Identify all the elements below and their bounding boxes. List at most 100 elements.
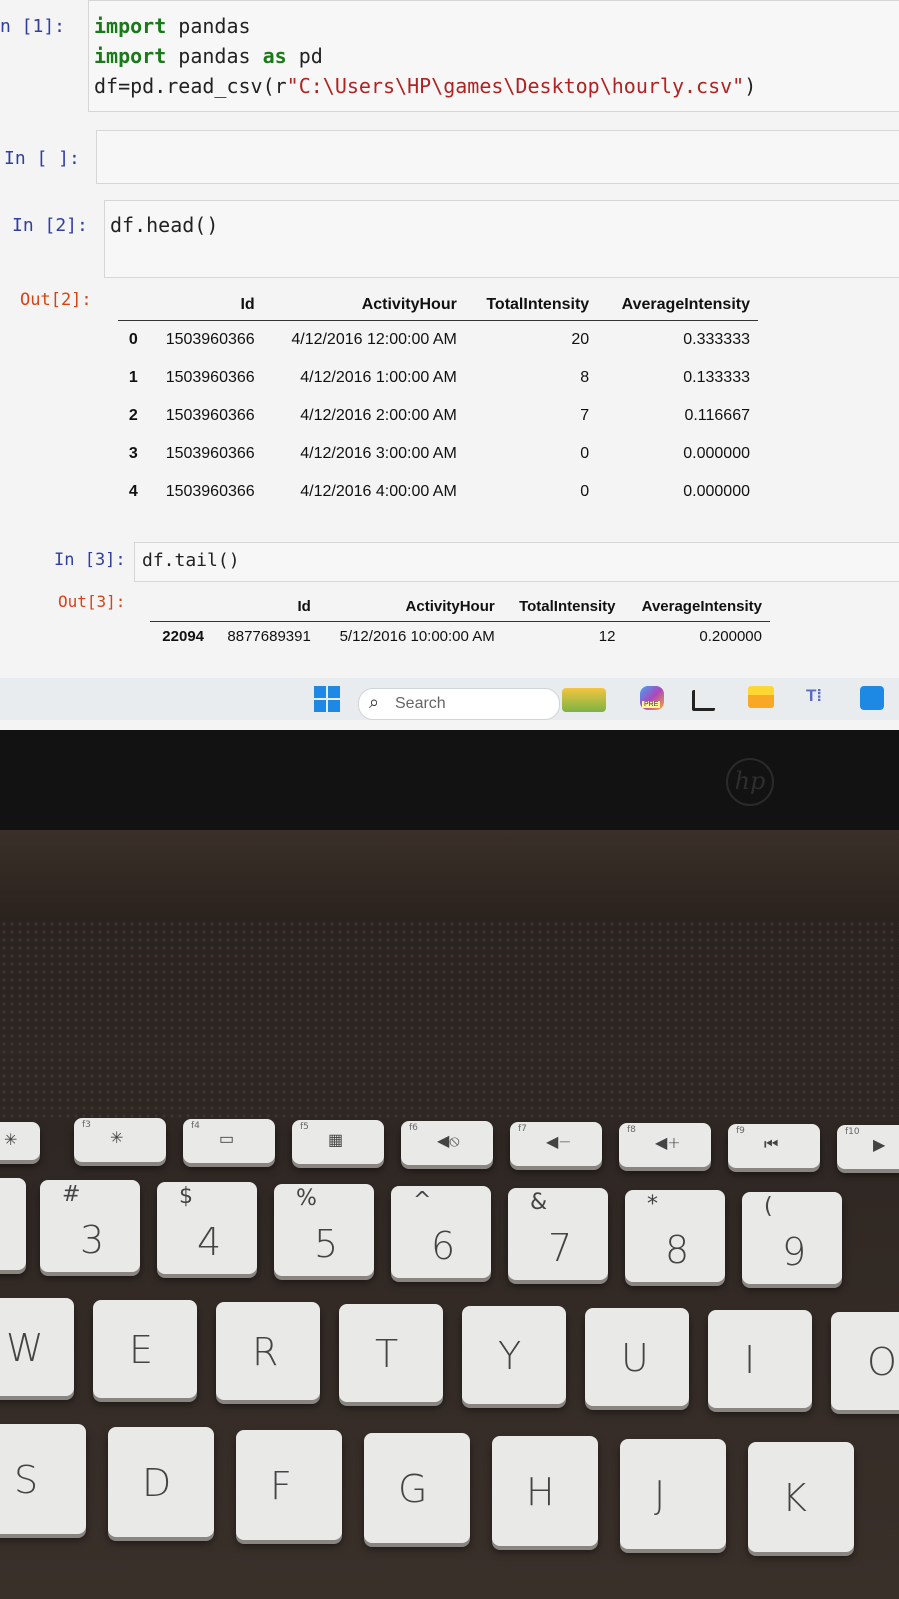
store-icon[interactable] <box>860 686 884 710</box>
table-column-header: Id <box>297 598 311 615</box>
widgets-icon[interactable] <box>562 688 606 712</box>
table-cell: 0.000000 <box>683 482 750 500</box>
key-label: ◀⦸ <box>437 1131 460 1150</box>
table-header-row: Id ActivityHour TotalIntensity AverageInten… <box>150 592 770 622</box>
laptop-bezel: hp <box>0 730 899 830</box>
row-index: 3 <box>128 444 138 462</box>
table-row: 4 1503960366 4/12/2016 4:00:00 AM 0 0.000000 <box>118 473 758 511</box>
key-shift-symbol: f7 <box>518 1124 527 1134</box>
key-shift-symbol: $ <box>179 1184 193 1209</box>
laptop-hinge <box>0 830 899 920</box>
table-column-header: AverageIntensity <box>621 296 750 313</box>
search-icon: ⌕ <box>369 692 380 712</box>
table-cell: 1503960366 <box>165 482 255 500</box>
table-row: 22094 8877689391 5/12/2016 10:00:00 AM 12 0.… <box>150 622 770 652</box>
key-i[interactable]: I <box>708 1310 812 1408</box>
key-label: ◀− <box>546 1132 572 1151</box>
code-cell-3[interactable] <box>134 542 899 582</box>
key-label: J <box>654 1473 666 1517</box>
table-cell: 4/12/2016 2:00:00 AM <box>300 406 457 424</box>
key-label: 8 <box>665 1228 690 1272</box>
key-label: ▦ <box>328 1130 344 1149</box>
code-token: import <box>94 44 167 68</box>
key-label: ✳ <box>4 1130 18 1149</box>
task-view-icon[interactable] <box>692 690 715 711</box>
code-cell-2[interactable] <box>104 200 899 278</box>
key-f[interactable]: F <box>236 1430 342 1540</box>
table-row: 3 1503960366 4/12/2016 3:00:00 AM 0 0.000000 <box>118 435 758 473</box>
key-r[interactable]: R <box>216 1302 320 1400</box>
key-f2[interactable]: ✳ <box>0 1122 40 1160</box>
teams-icon[interactable]: T⁞ <box>806 686 830 708</box>
key-label: W <box>6 1326 44 1370</box>
key-5[interactable]: % 5 <box>274 1184 374 1276</box>
key-y[interactable]: Y <box>462 1306 566 1404</box>
head-dataframe-table: Id ActivityHour TotalIntensity AverageInten… <box>118 290 758 511</box>
key-6[interactable]: ^ 6 <box>391 1186 491 1278</box>
table-cell: 0.000000 <box>683 444 750 462</box>
table-column-header: TotalIntensity <box>519 598 616 615</box>
key-label: 7 <box>548 1226 573 1270</box>
key-e[interactable]: E <box>93 1300 197 1398</box>
table-cell: 0.200000 <box>699 628 762 646</box>
key-g[interactable]: G <box>364 1433 470 1543</box>
key-f5[interactable]: f5 ▦ <box>292 1120 384 1164</box>
empty-code-cell[interactable] <box>96 130 899 184</box>
windows-start-icon[interactable] <box>314 686 340 712</box>
key-2[interactable] <box>0 1178 26 1270</box>
key-f4[interactable]: f4 ▭ <box>183 1119 275 1163</box>
key-8[interactable]: * 8 <box>625 1190 725 1282</box>
key-label: U <box>621 1336 649 1380</box>
key-shift-symbol: f4 <box>191 1121 200 1131</box>
key-w[interactable]: W <box>0 1298 74 1396</box>
table-cell: 8 <box>580 368 590 386</box>
table-row: 2 1503960366 4/12/2016 2:00:00 AM 7 0.116667 <box>118 397 758 435</box>
table-row: 0 1503960366 4/12/2016 12:00:00 AM 20 0.3333… <box>118 321 758 359</box>
key-d[interactable]: D <box>108 1427 214 1537</box>
table-cell: 1503960366 <box>165 330 255 348</box>
key-9[interactable]: (9 <box>742 1192 842 1284</box>
key-4[interactable]: $4 <box>157 1182 257 1274</box>
key-o[interactable]: O <box>831 1312 899 1410</box>
hp-logo: hp <box>726 758 774 806</box>
key-f10[interactable]: f10 ▶ <box>837 1125 899 1169</box>
table-cell: 1503960366 <box>165 444 255 462</box>
key-label: S <box>14 1458 39 1502</box>
key-j[interactable]: J <box>620 1439 726 1549</box>
key-shift-symbol: f3 <box>82 1120 91 1130</box>
key-f6[interactable]: f6 ◀⦸ <box>401 1121 493 1165</box>
row-index: 22094 <box>162 628 205 646</box>
table-column-header: ActivityHour <box>405 598 495 615</box>
key-label: 5 <box>314 1222 339 1266</box>
file-explorer-icon[interactable] <box>748 686 774 708</box>
key-f8[interactable]: f8 ◀+ <box>619 1123 711 1167</box>
key-shift-symbol: ( <box>764 1194 773 1219</box>
key-f9[interactable]: f9 ⏮ <box>728 1124 820 1168</box>
key-7[interactable]: & 7 <box>508 1188 608 1280</box>
code-line: df=pd.read_csv(r"C:\Users\HP\games\Deskt… <box>94 74 756 98</box>
key-f7[interactable]: f7 ◀− <box>510 1122 602 1166</box>
key-label: K <box>782 1476 807 1520</box>
copilot-icon[interactable]: PRE <box>640 686 664 710</box>
key-u[interactable]: U <box>585 1308 689 1406</box>
table-column-header: AverageIntensity <box>641 598 762 615</box>
table-cell: 4/12/2016 4:00:00 AM <box>300 482 457 500</box>
key-s[interactable]: S <box>0 1424 86 1534</box>
key-h[interactable]: H <box>492 1436 598 1546</box>
key-label: 4 <box>197 1220 222 1264</box>
copilot-badge: PRE <box>642 701 661 708</box>
key-3[interactable]: #3 <box>40 1180 140 1272</box>
key-k[interactable]: K <box>748 1442 854 1552</box>
key-shift-symbol: # <box>62 1182 81 1207</box>
key-label: H <box>526 1470 555 1514</box>
taskbar-search-box[interactable]: ⌕ Search <box>358 688 560 720</box>
jupyter-notebook-screen: n [1]: import pandas import pandas as pd d… <box>0 0 899 730</box>
key-shift-symbol: f8 <box>627 1125 636 1135</box>
key-t[interactable]: T <box>339 1304 443 1402</box>
table-column-header: ActivityHour <box>361 296 457 313</box>
code-token: "C:\Users\HP\games\Desktop\hourly.csv" <box>286 74 745 98</box>
code-cell-3-source: df.tail() <box>142 550 240 571</box>
table-cell: 0.333333 <box>683 330 750 348</box>
empty-cell-prompt: In [ ]: <box>4 148 80 169</box>
key-f3[interactable]: f3 ✳ <box>74 1118 166 1162</box>
